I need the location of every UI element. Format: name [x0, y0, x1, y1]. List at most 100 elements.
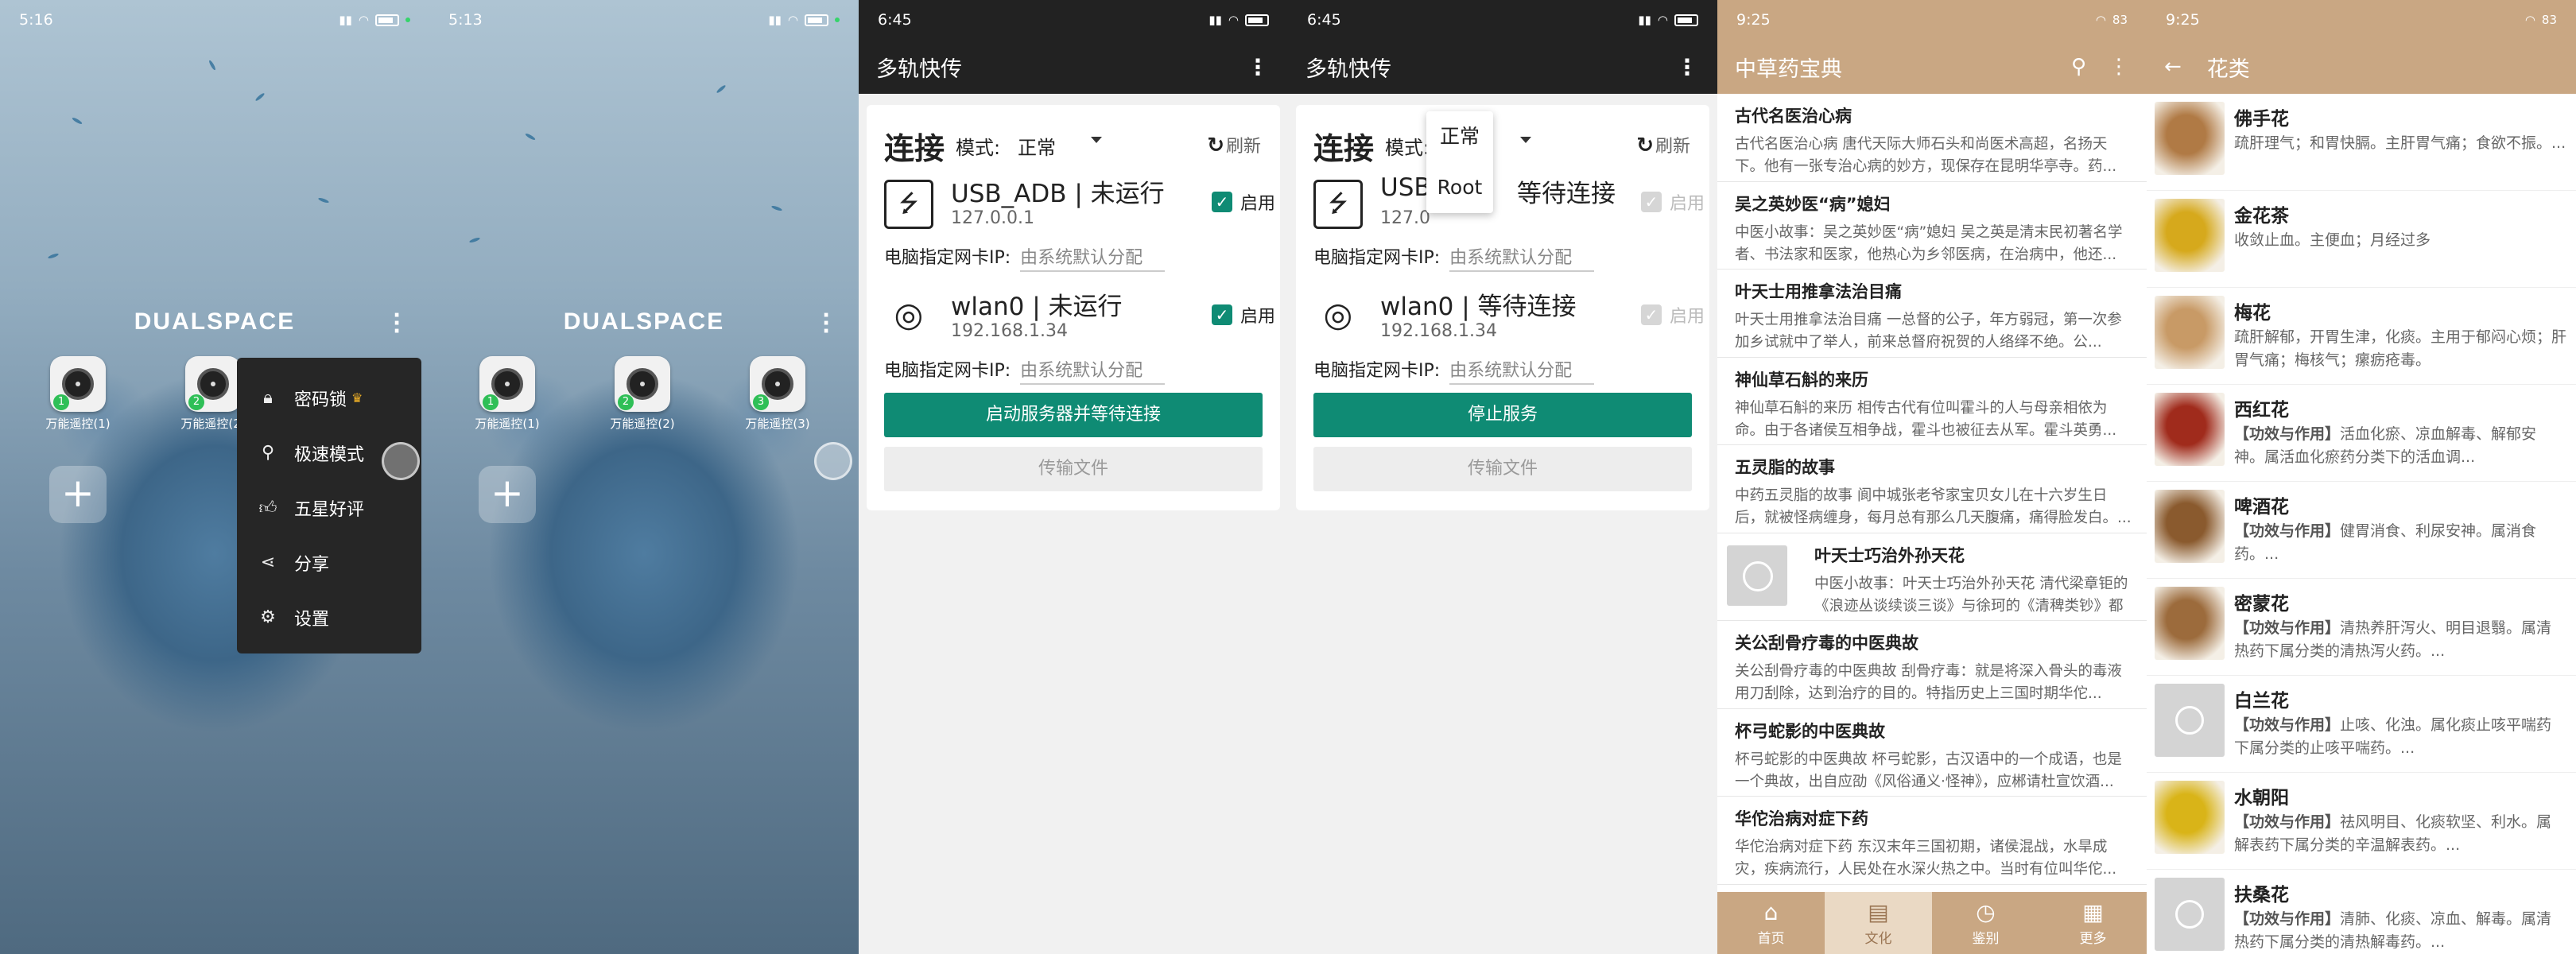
usb-enable-checkbox[interactable]: ✓ 启用: [1211, 189, 1275, 215]
mode-option-normal[interactable]: 正常: [1426, 111, 1493, 162]
tab-identify[interactable]: ◷ 鉴别: [1932, 892, 2039, 954]
list-item[interactable]: 金花茶 收敛止血。主便血；月经过多: [2147, 191, 2576, 288]
remote-app-icon: 2: [615, 356, 670, 412]
refresh-button[interactable]: ↻刷新: [1636, 132, 1690, 157]
search-icon[interactable]: ⚲: [2071, 55, 2086, 79]
back-arrow-icon[interactable]: ←: [2164, 55, 2182, 79]
list-item[interactable]: 白兰花 【功效与作用】止咳、化浊。属化痰止咳平喘药下属分类的止咳平喘药。...: [2147, 676, 2576, 773]
list-item[interactable]: 杯弓蛇影的中医典故 杯弓蛇影的中医典故 杯弓蛇影，古汉语中的一个成语，也是一个典故…: [1717, 709, 2147, 797]
app-label: 万能遥控(3): [745, 417, 810, 431]
list-item[interactable]: 古代名医治心病 古代名医治心病 唐代天际大师石头和尚医术高超，名扬天下。他有一张专…: [1717, 94, 2147, 182]
wlan-enable-checkbox[interactable]: ✓ 启用: [1211, 302, 1275, 328]
list-item[interactable]: 华佗治病对症下药 华佗治病对症下药 东汉末年三国初期，诸侯混战，水旱成灾，疾病流行…: [1717, 797, 2147, 885]
menu-item-rate[interactable]: 👍︎ 五星好评: [237, 480, 421, 535]
dualspace-logo: DUALSPACE: [134, 308, 296, 335]
list-item[interactable]: 啤酒花 【功效与作用】健胃消食、利尿安神。属消食药。...: [2147, 482, 2576, 579]
herb-image: [2155, 781, 2225, 854]
nic-ip-input[interactable]: 由系统默认分配: [1449, 243, 1595, 272]
signal-icon: ▮▮: [1208, 13, 1222, 27]
usb-enable-checkbox[interactable]: ✓ 启用: [1640, 189, 1705, 215]
more-options-icon[interactable]: ⋮: [2109, 55, 2129, 79]
app-remote-1[interactable]: 1 万能遥控(1): [30, 356, 126, 432]
add-app-button[interactable]: +: [479, 466, 536, 523]
more-options-icon[interactable]: ⋮: [1676, 54, 1698, 80]
leaf-decoration: [716, 83, 727, 95]
list-item[interactable]: 叶天士用推拿法治目痛 叶天士用推拿法治目痛 一总督的公子，年方弱冠，第一次参加乡试…: [1717, 270, 2147, 358]
app-remote-1[interactable]: 1 万能遥控(1): [460, 356, 555, 432]
status-time: 9:25: [1736, 11, 1771, 29]
app-remote-3[interactable]: 3 万能遥控(3): [730, 356, 825, 432]
list-item[interactable]: 吴之英妙医“病”媳妇 中医小故事：吴之英妙医“病”媳妇 吴之英是清末民初著名学者、…: [1717, 182, 2147, 270]
wlan-nic-row: 电脑指定网卡IP: 由系统默认分配: [1313, 356, 1595, 385]
wlan-name: wlan0 | 等待连接: [1380, 293, 1577, 321]
status-bar: 6:45 ▮▮ ◠: [859, 0, 1288, 40]
herb-image: [2155, 199, 2225, 272]
status-icons: ◠ 83: [2525, 13, 2557, 27]
remote-app-icon: 1: [479, 356, 535, 412]
leaf-decoration: [208, 59, 217, 72]
leaf-decoration: [770, 204, 783, 212]
floating-ball-button[interactable]: [382, 442, 420, 480]
list-item[interactable]: 五灵脂的故事 中药五灵脂的故事 阆中城张老爷家宝贝女儿在十六岁生日后，就被怪病缠身…: [1717, 445, 2147, 533]
image-placeholder-icon: [2155, 684, 2225, 757]
tab-home[interactable]: ⌂ 首页: [1717, 892, 1825, 954]
list-item[interactable]: 佛手花 疏肝理气；和胃快膈。主肝胃气痛；食欲不振。...: [2147, 94, 2576, 191]
list-item[interactable]: 关公刮骨疗毒的中医典故 关公刮骨疗毒的中医典故 刮骨疗毒：就是将深入骨头的毒液用刀…: [1717, 621, 2147, 709]
wlan-nic-row: 电脑指定网卡IP: 由系统默认分配: [884, 356, 1166, 385]
usb-name-status: 等待连接: [1517, 180, 1616, 208]
signal-icon: ▮▮: [1638, 13, 1651, 27]
wlan-interface-row: ◎ wlan0 | 等待连接 192.168.1.34: [1313, 285, 1695, 348]
app-bar: ← 花类: [2147, 40, 2576, 94]
leaf-decoration: [524, 132, 537, 142]
herb-image: [2155, 296, 2225, 369]
more-options-icon[interactable]: ⋮: [1247, 54, 1269, 80]
menu-item-share[interactable]: ⋖ 分享: [237, 535, 421, 590]
mode-option-root[interactable]: Root: [1426, 162, 1493, 213]
tab-culture[interactable]: ▤ 文化: [1825, 892, 1932, 954]
refresh-button[interactable]: ↻刷新: [1207, 132, 1261, 157]
menu-item-password-lock[interactable]: 🔒︎ 密码锁 ♛: [237, 370, 421, 425]
transfer-file-button[interactable]: 传输文件: [884, 447, 1263, 491]
app-label: 万能遥控(1): [475, 417, 540, 431]
list-item[interactable]: 水朝阳 【功效与作用】祛风明目、化痰软坚、利水。属解表药下属分类的辛温解表药。..…: [2147, 773, 2576, 870]
floating-ball-button[interactable]: [814, 442, 852, 480]
tab-more[interactable]: ▦ 更多: [2039, 892, 2147, 954]
list-item[interactable]: 西红花 【功效与作用】活血化瘀、凉血解毒、解郁安神。属活血化瘀药分类下的活血调..…: [2147, 385, 2576, 482]
menu-item-settings[interactable]: ⚙ 设置: [237, 590, 421, 645]
app-label: 万能遥控(2): [180, 417, 246, 431]
list-item[interactable]: 神仙草石斛的来历 神仙草石斛的来历 相传古代有位叫霍斗的人与母亲相依为命。由于各诸…: [1717, 358, 2147, 445]
app-bar: 中草药宝典 ⚲ ⋮: [1717, 40, 2147, 94]
list-item[interactable]: 叶天士巧治外孙天花 中医小故事：叶天士巧治外孙天花 清代梁章钜的《浪迹丛谈续谈三谈…: [1717, 533, 2147, 621]
lock-icon: 🔒︎: [263, 388, 273, 408]
dualspace-screen-menu: 5:16 ▮▮ ◠ DUALSPACE · · · 1 万能遥控(1) 2 万能遥控…: [0, 0, 429, 954]
nic-ip-input[interactable]: 由系统默认分配: [1020, 356, 1166, 385]
list-item[interactable]: 梅花 疏肝解郁，开胃生津，化痰。主用于郁闷心烦；肝胃气痛；梅核气；瘰疬疮毒。: [2147, 288, 2576, 385]
nic-ip-input[interactable]: 由系统默认分配: [1020, 243, 1166, 272]
refresh-icon: ↻: [1207, 134, 1224, 157]
transfer-file-button[interactable]: 传输文件: [1313, 447, 1692, 491]
mode-select[interactable]: 正常: [1018, 132, 1056, 160]
wlan-enable-checkbox[interactable]: ✓ 启用: [1640, 302, 1705, 328]
wifi-icon: ◎: [1323, 295, 1353, 334]
app-remote-2[interactable]: 2 万能遥控(2): [595, 356, 690, 432]
overflow-menu: 🔒︎ 密码锁 ♛ ⚲ 极速模式 👍︎ 五星好评 ⋖ 分享 ⚙ 设置: [237, 358, 421, 653]
add-app-button[interactable]: +: [49, 466, 107, 523]
dropdown-arrow-icon[interactable]: [1520, 137, 1531, 143]
wifi-icon: ◠: [2095, 13, 2106, 27]
herb-culture-screen: 9:25 ◠ 83 中草药宝典 ⚲ ⋮ 古代名医治心病 古代名医治心病 唐代天际大…: [1717, 0, 2147, 954]
stop-service-button[interactable]: 停止服务: [1313, 393, 1692, 437]
start-server-button[interactable]: 启动服务器并等待连接: [884, 393, 1263, 437]
leaf-decoration: [468, 236, 481, 244]
app-title: 中草药宝典: [1735, 56, 1842, 82]
list-item[interactable]: 扶桑花 【功效与作用】清肺、化痰、凉血、解毒。属清热药下属分类的清热解毒药。...: [2147, 870, 2576, 954]
more-menu-button[interactable]: · · ·: [393, 305, 401, 342]
app-bar: 多轨快传 ⋮: [1288, 40, 1717, 94]
more-menu-button[interactable]: · · ·: [822, 305, 830, 342]
compass-icon: ◷: [1976, 899, 1996, 925]
status-time: 5:16: [19, 11, 53, 29]
dropdown-arrow-icon[interactable]: [1091, 137, 1102, 143]
nic-ip-input[interactable]: 由系统默认分配: [1449, 356, 1595, 385]
checkbox-checked-icon: ✓: [1640, 192, 1662, 212]
list-item[interactable]: 密蒙花 【功效与作用】清热养肝泻火、明目退翳。属清热药下属分类的清热泻火药。...: [2147, 579, 2576, 676]
dualspace-screen-apps: 5:13 ▮▮ ◠ DUALSPACE · · · 1 万能遥控(1) 2 万能遥控…: [429, 0, 859, 954]
